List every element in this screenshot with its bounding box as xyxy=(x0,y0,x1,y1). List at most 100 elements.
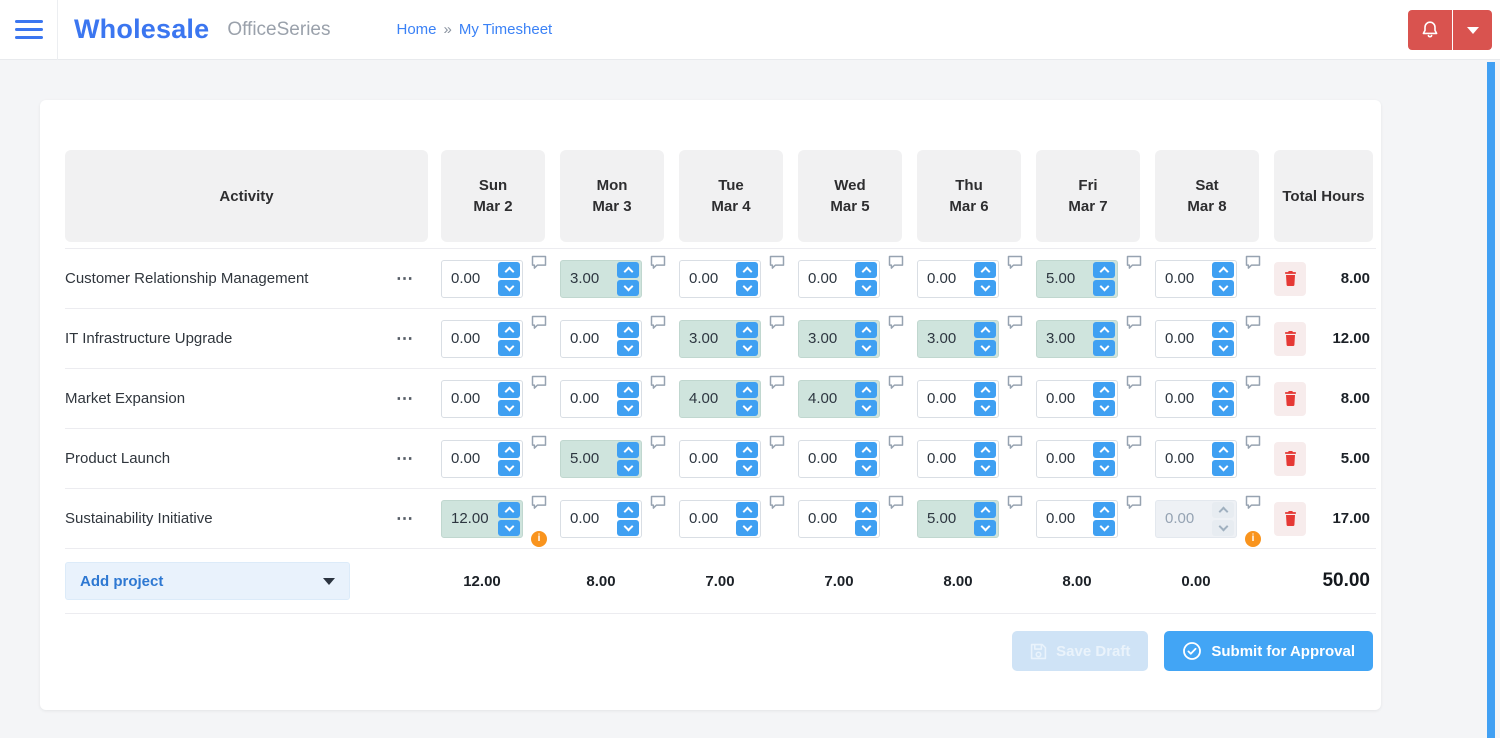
increment-button[interactable] xyxy=(855,441,877,458)
hours-input[interactable]: 4.00 xyxy=(679,379,761,418)
comment-icon[interactable] xyxy=(650,495,666,510)
increment-button[interactable] xyxy=(1093,321,1115,338)
row-menu-ellipsis-icon[interactable]: ⋯ xyxy=(392,266,419,291)
comment-icon[interactable] xyxy=(1126,375,1142,390)
hours-input[interactable]: 5.00 xyxy=(1036,259,1118,298)
decrement-button[interactable] xyxy=(1212,279,1234,296)
comment-icon[interactable] xyxy=(1245,255,1261,270)
increment-button[interactable] xyxy=(1093,441,1115,458)
increment-button[interactable] xyxy=(974,501,996,518)
comment-icon[interactable] xyxy=(1245,315,1261,330)
hours-input[interactable]: 0.00 xyxy=(560,379,642,418)
hours-input[interactable]: 0.00 xyxy=(1036,439,1118,478)
comment-icon[interactable] xyxy=(1126,495,1142,510)
hours-input[interactable]: 0.00 xyxy=(917,439,999,478)
increment-button[interactable] xyxy=(736,261,758,278)
increment-button[interactable] xyxy=(617,261,639,278)
hours-input[interactable]: 3.00 xyxy=(917,319,999,358)
submit-for-approval-button[interactable]: Submit for Approval xyxy=(1164,631,1373,671)
decrement-button[interactable] xyxy=(1212,399,1234,416)
decrement-button[interactable] xyxy=(1093,399,1115,416)
decrement-button[interactable] xyxy=(855,519,877,536)
comment-icon[interactable] xyxy=(1007,375,1023,390)
comment-icon[interactable] xyxy=(1126,435,1142,450)
hours-input[interactable]: 3.00 xyxy=(560,259,642,298)
save-draft-button[interactable]: Save Draft xyxy=(1012,631,1149,671)
decrement-button[interactable] xyxy=(498,519,520,536)
comment-icon[interactable] xyxy=(769,255,785,270)
comment-icon[interactable] xyxy=(769,315,785,330)
hours-input[interactable]: 0.00 xyxy=(560,499,642,538)
increment-button[interactable] xyxy=(498,441,520,458)
hours-input[interactable]: 0.00 xyxy=(560,319,642,358)
comment-icon[interactable] xyxy=(531,375,547,390)
hours-input[interactable]: 0.00 xyxy=(1155,439,1237,478)
increment-button[interactable] xyxy=(617,321,639,338)
increment-button[interactable] xyxy=(1212,261,1234,278)
comment-icon[interactable] xyxy=(650,375,666,390)
comment-icon[interactable] xyxy=(888,315,904,330)
comment-icon[interactable] xyxy=(1245,495,1261,510)
hours-input[interactable]: 0.00 xyxy=(798,439,880,478)
increment-button[interactable] xyxy=(1212,501,1234,518)
decrement-button[interactable] xyxy=(855,459,877,476)
increment-button[interactable] xyxy=(855,261,877,278)
hours-input[interactable]: 0.00 xyxy=(441,259,523,298)
hours-input[interactable]: 5.00 xyxy=(917,499,999,538)
hours-input[interactable]: 0.00 xyxy=(917,379,999,418)
increment-button[interactable] xyxy=(1093,381,1115,398)
hours-input[interactable]: 0.00 xyxy=(917,259,999,298)
increment-button[interactable] xyxy=(617,501,639,518)
decrement-button[interactable] xyxy=(617,279,639,296)
breadcrumb-home-link[interactable]: Home xyxy=(396,21,436,38)
hours-input[interactable]: 0.00 xyxy=(1155,379,1237,418)
hours-input[interactable]: 3.00 xyxy=(679,319,761,358)
decrement-button[interactable] xyxy=(974,399,996,416)
decrement-button[interactable] xyxy=(736,339,758,356)
hours-input[interactable]: 0.00 xyxy=(1155,319,1237,358)
decrement-button[interactable] xyxy=(855,279,877,296)
row-menu-ellipsis-icon[interactable]: ⋯ xyxy=(392,446,419,471)
decrement-button[interactable] xyxy=(1093,459,1115,476)
hours-input[interactable]: 0.00 xyxy=(798,499,880,538)
decrement-button[interactable] xyxy=(1093,279,1115,296)
decrement-button[interactable] xyxy=(617,399,639,416)
comment-icon[interactable] xyxy=(1007,315,1023,330)
decrement-button[interactable] xyxy=(736,519,758,536)
increment-button[interactable] xyxy=(974,321,996,338)
hours-input[interactable]: 0.00 xyxy=(1036,499,1118,538)
comment-icon[interactable] xyxy=(531,435,547,450)
comment-icon[interactable] xyxy=(888,255,904,270)
decrement-button[interactable] xyxy=(617,459,639,476)
comment-icon[interactable] xyxy=(888,435,904,450)
comment-icon[interactable] xyxy=(888,375,904,390)
delete-row-button[interactable] xyxy=(1274,381,1306,416)
comment-icon[interactable] xyxy=(769,495,785,510)
add-project-select[interactable]: Add project xyxy=(65,562,350,600)
increment-button[interactable] xyxy=(736,501,758,518)
row-menu-ellipsis-icon[interactable]: ⋯ xyxy=(392,506,419,531)
delete-row-button[interactable] xyxy=(1274,501,1306,536)
comment-icon[interactable] xyxy=(531,495,547,510)
increment-button[interactable] xyxy=(617,381,639,398)
decrement-button[interactable] xyxy=(855,339,877,356)
comment-icon[interactable] xyxy=(650,315,666,330)
hours-input[interactable]: 0.00 xyxy=(798,259,880,298)
hours-input[interactable]: 0.00 xyxy=(679,499,761,538)
comment-icon[interactable] xyxy=(531,255,547,270)
increment-button[interactable] xyxy=(498,321,520,338)
vertical-scrollbar-thumb[interactable] xyxy=(1487,62,1495,738)
decrement-button[interactable] xyxy=(736,399,758,416)
increment-button[interactable] xyxy=(736,381,758,398)
delete-row-button[interactable] xyxy=(1274,321,1306,356)
increment-button[interactable] xyxy=(1212,321,1234,338)
decrement-button[interactable] xyxy=(498,459,520,476)
decrement-button[interactable] xyxy=(974,519,996,536)
hours-input[interactable]: 0.00 xyxy=(441,319,523,358)
comment-icon[interactable] xyxy=(1007,495,1023,510)
comment-icon[interactable] xyxy=(531,315,547,330)
increment-button[interactable] xyxy=(855,381,877,398)
increment-button[interactable] xyxy=(974,441,996,458)
decrement-button[interactable] xyxy=(1212,519,1234,536)
decrement-button[interactable] xyxy=(736,279,758,296)
